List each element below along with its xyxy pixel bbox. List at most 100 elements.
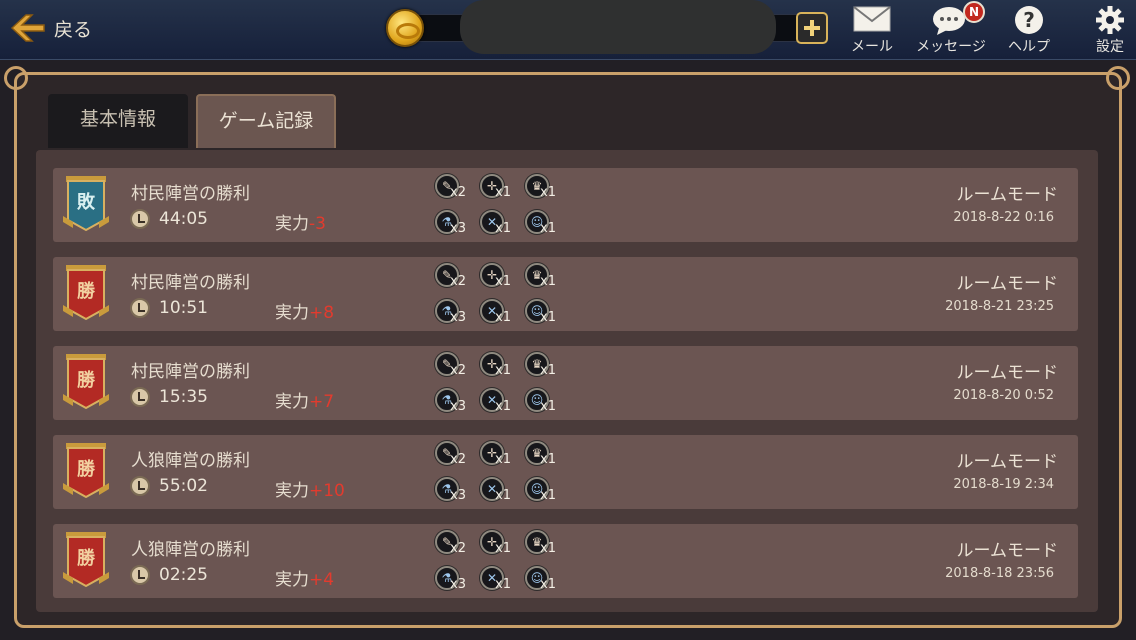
back-arrow-icon [10, 12, 46, 44]
settings-label: 設定 [1096, 39, 1124, 55]
role-entry: ✎ x2 [433, 439, 477, 471]
role-count: x1 [495, 488, 511, 503]
stopwatch-icon [130, 209, 150, 229]
help-button[interactable]: ? ヘルプ [1002, 4, 1056, 56]
role-entry: ✛ x1 [478, 528, 522, 560]
role-count: x1 [540, 452, 556, 467]
power-label: 実力 [275, 214, 309, 234]
role-entry: ✛ x1 [478, 350, 522, 382]
role-entry: ⚗ x3 [433, 297, 477, 329]
winning-side: 人狼陣営の勝利 [131, 451, 250, 471]
role-list: ✎ x2 ✛ x1 ♛ x1 ⚗ x3 ✕ x1 ☺ x1 [433, 439, 583, 509]
role-entry: ✛ x1 [478, 172, 522, 204]
stopwatch-icon [130, 476, 150, 496]
role-entry: ✕ x1 [478, 564, 522, 596]
power-delta: +8 [309, 303, 335, 323]
role-entry: ⚗ x3 [433, 564, 477, 596]
role-count: x1 [540, 363, 556, 378]
game-duration: 02:25 [159, 565, 208, 585]
role-entry: ♛ x1 [523, 261, 567, 293]
record-row[interactable]: 勝 村民陣営の勝利 15:35 実力+7 ✎ x2 ✛ x1 ♛ x1 ⚗ x3 ✕ x1 ☺ x1 ルームモー… [53, 346, 1078, 420]
back-label: 戻る [54, 18, 93, 41]
role-count: x1 [495, 452, 511, 467]
role-entry: ✎ x2 [433, 350, 477, 382]
settings-button[interactable]: 設定 [1088, 4, 1132, 56]
role-entry: ☺ x1 [523, 386, 567, 418]
game-duration: 55:02 [159, 476, 208, 496]
role-count: x3 [450, 310, 466, 325]
game-mode: ルームモード [956, 185, 1059, 205]
role-count: x1 [495, 274, 511, 289]
frame-ornament-right [1106, 66, 1130, 90]
power-change: 実力+8 [275, 298, 334, 323]
role-entry: ✛ x1 [478, 261, 522, 293]
role-count: x1 [495, 399, 511, 414]
mail-button[interactable]: メール [846, 4, 898, 56]
power-change: 実力-3 [275, 209, 326, 234]
power-change: 実力+10 [275, 476, 345, 501]
role-count: x1 [540, 221, 556, 236]
role-count: x3 [450, 399, 466, 414]
role-list: ✎ x2 ✛ x1 ♛ x1 ⚗ x3 ✕ x1 ☺ x1 [433, 172, 583, 242]
role-entry: ♛ x1 [523, 439, 567, 471]
role-list: ✎ x2 ✛ x1 ♛ x1 ⚗ x3 ✕ x1 ☺ x1 [433, 350, 583, 420]
result-banner: 勝 [63, 265, 109, 323]
tab-game-records[interactable]: ゲーム記録 [196, 94, 336, 148]
record-row[interactable]: 勝 人狼陣営の勝利 02:25 実力+4 ✎ x2 ✛ x1 ♛ x1 ⚗ x3 ✕ x1 ☺ x1 ルームモー… [53, 524, 1078, 598]
frame-ornament-left [4, 66, 28, 90]
result-label: 勝 [77, 281, 95, 302]
result-label: 勝 [77, 370, 95, 391]
help-label: ヘルプ [1008, 39, 1050, 55]
winning-side: 村民陣営の勝利 [131, 362, 250, 382]
role-count: x2 [450, 541, 466, 556]
role-entry: ✕ x1 [478, 386, 522, 418]
role-list: ✎ x2 ✛ x1 ♛ x1 ⚗ x3 ✕ x1 ☺ x1 [433, 261, 583, 331]
result-banner: 勝 [63, 532, 109, 590]
winning-side: 村民陣営の勝利 [131, 184, 250, 204]
record-row[interactable]: 敗 村民陣営の勝利 44:05 実力-3 ✎ x2 ✛ x1 ♛ x1 ⚗ x3 ✕ x1 ☺ x1 ルームモー… [53, 168, 1078, 242]
add-currency-button[interactable] [796, 12, 828, 44]
role-entry: ✕ x1 [478, 297, 522, 329]
game-date: 2018-8-22 0:16 [953, 210, 1054, 225]
role-count: x2 [450, 452, 466, 467]
game-date: 2018-8-18 23:56 [945, 566, 1054, 581]
record-row[interactable]: 勝 村民陣営の勝利 10:51 実力+8 ✎ x2 ✛ x1 ♛ x1 ⚗ x3 ✕ x1 ☺ x1 ルームモー… [53, 257, 1078, 331]
gear-icon [1088, 4, 1132, 36]
role-entry: ✎ x2 [433, 261, 477, 293]
winning-side: 人狼陣営の勝利 [131, 540, 250, 560]
role-count: x1 [495, 310, 511, 325]
role-entry: ☺ x1 [523, 208, 567, 240]
role-entry: ⚗ x3 [433, 475, 477, 507]
chat-bubble-icon: N [929, 1, 985, 36]
role-count: x3 [450, 221, 466, 236]
role-count: x3 [450, 577, 466, 592]
power-delta: -3 [309, 214, 326, 234]
role-count: x1 [540, 274, 556, 289]
back-button[interactable]: 戻る [10, 10, 92, 46]
mail-icon [846, 4, 898, 36]
message-button[interactable]: N メッセージ [908, 1, 994, 56]
result-banner: 勝 [63, 443, 109, 501]
result-label: 勝 [77, 548, 95, 569]
game-record-screen: 戻る メール N メッセージ ? ヘルプ 設定 基本情報 ゲーム記録 敗 村民陣… [0, 0, 1136, 640]
role-entry: ✎ x2 [433, 172, 477, 204]
record-row[interactable]: 勝 人狼陣営の勝利 55:02 実力+10 ✎ x2 ✛ x1 ♛ x1 ⚗ x3 ✕ x1 ☺ x1 ルームモ… [53, 435, 1078, 509]
role-entry: ✛ x1 [478, 439, 522, 471]
role-entry: ♛ x1 [523, 350, 567, 382]
tab-basic-info[interactable]: 基本情報 [48, 94, 188, 148]
top-bar: 戻る メール N メッセージ ? ヘルプ 設定 [0, 0, 1136, 60]
role-list: ✎ x2 ✛ x1 ♛ x1 ⚗ x3 ✕ x1 ☺ x1 [433, 528, 583, 598]
game-duration: 15:35 [159, 387, 208, 407]
role-entry: ☺ x1 [523, 297, 567, 329]
power-delta: +4 [309, 570, 335, 590]
power-change: 実力+4 [275, 565, 334, 590]
game-mode: ルームモード [956, 541, 1059, 561]
stopwatch-icon [130, 298, 150, 318]
role-entry: ⚗ x3 [433, 208, 477, 240]
stopwatch-icon [130, 565, 150, 585]
role-count: x3 [450, 488, 466, 503]
game-mode: ルームモード [956, 274, 1059, 294]
svg-text:?: ? [1023, 8, 1035, 32]
result-banner: 勝 [63, 354, 109, 412]
result-label: 敗 [77, 192, 95, 213]
